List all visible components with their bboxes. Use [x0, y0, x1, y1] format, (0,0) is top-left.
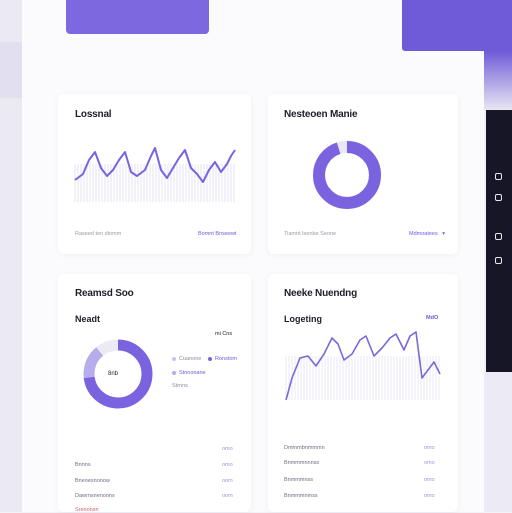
side-value: mi Cns [215, 331, 233, 337]
donut-chart [313, 141, 381, 209]
list-label: Bnmmmnnnss [284, 460, 320, 466]
chart-line [285, 331, 441, 401]
list-label: Bneoesnonow [75, 478, 110, 484]
card-subtitle: Neadt [75, 314, 101, 324]
legend-label: Strnns [172, 383, 188, 389]
legend-label: Cuanone [179, 356, 202, 362]
legend-item: Cuanone [172, 356, 201, 362]
legend-label: Ronstom [215, 356, 238, 362]
trend-card: Neeke Nuendng Logeting MdO Dmmmbnmmmn om… [268, 274, 458, 512]
sidebar-toggle-icon[interactable] [495, 173, 502, 180]
card-title: Nesteoen Manie [284, 109, 358, 120]
list-label: Bnmmmnmss [284, 493, 318, 499]
legend-dot [172, 370, 176, 375]
line-chart [285, 331, 441, 401]
donut-chart-card: Nesteoen Manie Tiamnt leenbe Seone Mdmoa… [268, 94, 458, 254]
list-value: oom [222, 493, 233, 499]
card-footer-link[interactable]: Bomnt Bnseewt [198, 231, 237, 237]
list-value: omo [424, 460, 435, 466]
card-title: Reamsd Soo [75, 288, 134, 299]
right-edge-gradient [484, 51, 512, 111]
legend-item: Stnnonane [172, 370, 206, 376]
list-value: omo [222, 446, 233, 452]
list-label: Dawrnsnenoons [75, 493, 115, 499]
right-edge-lower [484, 372, 512, 512]
card-footer-text: Tiamnt leenbe Seone [284, 231, 337, 237]
card-title: Lossnal [75, 109, 112, 120]
header-banner-left [66, 0, 209, 34]
copy-icon[interactable] [495, 257, 502, 264]
donut-center-label: 8nb [108, 371, 119, 377]
list-label: Dmmmbnmmmn [284, 445, 325, 451]
line-chart [74, 147, 236, 202]
left-background-band [0, 42, 22, 98]
card-footer-text: Raseed ten dinmm [75, 231, 122, 237]
list-value: omo [424, 445, 435, 451]
line-chart-card: Lossnal Raseed ten dinmm Bomnt Bnseewt [58, 94, 251, 254]
copy-icon[interactable] [495, 233, 502, 240]
header-banner-right [402, 0, 512, 51]
legend-item: Ronstom [208, 356, 237, 362]
list-value: omo [222, 462, 233, 468]
menu-icon[interactable] [495, 194, 502, 201]
list-value: omo [424, 493, 435, 499]
list-value: oom [222, 478, 233, 484]
card-title: Neeke Nuendng [284, 288, 357, 299]
traffic-card: Reamsd Soo Neadt mi Cns 8nb Cuanone Rons… [58, 274, 251, 513]
list-label: Bnnns [75, 462, 91, 468]
list-label: Bnmmmnss [284, 477, 314, 483]
list-value: omo [424, 477, 435, 483]
legend-dot [172, 356, 176, 361]
footer-link-label: Mdmoatees [409, 231, 438, 237]
list-label: Srenonsn [75, 507, 99, 513]
chevron-down-icon: ▾ [442, 231, 446, 237]
legend-label: Stnnonane [179, 370, 206, 376]
card-footer-link[interactable]: Mdmoatees ▾ [409, 231, 445, 237]
card-subtitle: Logeting [284, 314, 322, 324]
legend-dot [208, 356, 212, 361]
side-value: MdO [426, 315, 439, 321]
donut-segment [313, 141, 381, 209]
side-panel [486, 110, 512, 372]
legend-item: Strnns [172, 383, 188, 389]
